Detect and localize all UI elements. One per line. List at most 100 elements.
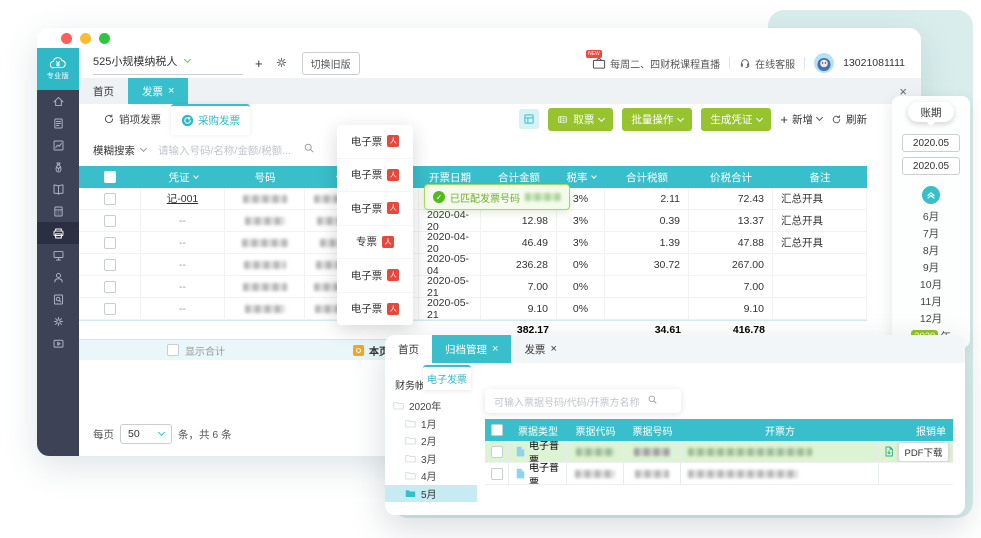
tab-e-invoice[interactable]: 电子发票 — [423, 365, 471, 390]
pdf-icon[interactable] — [387, 303, 399, 315]
tab-invoice[interactable]: 发票× — [511, 335, 569, 363]
refresh-button[interactable]: 刷新 — [831, 112, 867, 127]
tab-invoice[interactable]: 发票× — [128, 78, 188, 104]
invoice-type-cell[interactable]: 电子票 — [337, 293, 413, 326]
tab-home[interactable]: 首页 — [385, 335, 432, 363]
invoice-type-cell[interactable]: 电子票 — [337, 192, 413, 226]
close-tab-icon[interactable]: × — [168, 86, 174, 97]
month-item[interactable]: 11月 — [920, 294, 941, 306]
tab-archive-management[interactable]: 归档管理× — [432, 335, 511, 363]
pdf-icon[interactable] — [387, 169, 399, 181]
period-current-box[interactable]: 2020.05 — [902, 134, 960, 152]
sidebar-item-home[interactable] — [37, 90, 79, 112]
traffic-light-minimize-icon[interactable] — [80, 33, 91, 44]
sidebar-item-settings[interactable] — [37, 310, 79, 332]
close-tab-icon[interactable]: × — [550, 344, 556, 355]
archive-search-input[interactable]: 可输入票据号码/代码/开票方名称 — [494, 394, 640, 409]
switch-old-version-button[interactable]: 切换旧版 — [302, 52, 360, 75]
tree-item-month[interactable]: 4月 — [385, 467, 477, 485]
video-icon — [52, 337, 65, 350]
tree-item-month-selected[interactable]: 5月 — [385, 485, 477, 503]
subtab-purchase-invoice[interactable]: 采购发票 — [171, 104, 250, 135]
voucher-link[interactable]: 记-001 — [167, 191, 199, 206]
archive-table-area: 可输入票据号码/代码/开票方名称 票据类型 票据代码 票据号码 开票方 报销单 — [477, 363, 965, 515]
sidebar-item-salary[interactable] — [37, 266, 79, 288]
pdf-icon[interactable] — [382, 236, 394, 248]
month-item[interactable]: 12月 — [920, 311, 942, 323]
avatar[interactable] — [814, 53, 834, 73]
month-item[interactable]: 9月 — [923, 260, 939, 272]
company-selector[interactable]: 525小规模纳税人 — [93, 51, 243, 75]
row-checkbox[interactable] — [104, 193, 116, 205]
folder-icon — [405, 471, 416, 480]
online-support-link[interactable]: 在线客服 — [739, 56, 795, 71]
sidebar-item-invoice[interactable] — [37, 222, 79, 244]
sidebar-item-bills[interactable] — [37, 112, 79, 134]
sidebar-item-assets[interactable] — [37, 244, 79, 266]
fuzzy-search-dropdown[interactable]: 模糊搜索 — [93, 143, 146, 158]
scan-view-button[interactable] — [519, 109, 539, 129]
tab-home[interactable]: 首页 — [79, 78, 128, 104]
sidebar-item-tax[interactable] — [37, 200, 79, 222]
tree-item-month[interactable]: 2月 — [385, 432, 477, 450]
select-all-checkbox[interactable] — [491, 424, 503, 436]
tree-item-year[interactable]: 2020年 — [385, 397, 477, 415]
scroll-up-button[interactable] — [922, 186, 940, 204]
row-checkbox[interactable] — [104, 281, 116, 293]
batch-actions-button[interactable]: 批量操作 — [622, 108, 692, 131]
sidebar-item-ledger[interactable] — [37, 178, 79, 200]
search-icon[interactable] — [303, 141, 315, 159]
sidebar-item-tutorial[interactable] — [37, 332, 79, 354]
archive-search-bar[interactable]: 可输入票据号码/代码/开票方名称 — [485, 389, 681, 413]
sidebar-item-reports[interactable] — [37, 134, 79, 156]
month-item[interactable]: 6月 — [923, 209, 939, 221]
row-checkbox[interactable] — [491, 446, 503, 458]
pdf-icon[interactable] — [387, 269, 399, 281]
header-gear-icon[interactable] — [275, 56, 288, 71]
tree-item-month[interactable]: 3月 — [385, 450, 477, 468]
search-input[interactable]: 请输入号码/名称/金额/税额... — [158, 143, 291, 158]
circle-arrow-filled-icon — [181, 114, 194, 127]
show-totals-toggle[interactable]: 显示合计 — [167, 343, 225, 358]
invoice-type-cell[interactable]: 电子票 — [337, 125, 413, 159]
row-checkbox[interactable] — [104, 215, 116, 227]
invoice-type-cell[interactable]: 电子票 — [337, 259, 413, 293]
pdf-icon[interactable] — [387, 135, 399, 147]
row-checkbox[interactable] — [104, 259, 116, 271]
per-page-select[interactable]: 50 — [120, 424, 172, 444]
month-item[interactable]: 10月 — [920, 277, 942, 289]
archive-body: 财务帐 电子发票 2020年 1月 2月 3月 4月 5月 可输入票据号码/代码… — [385, 363, 965, 515]
period-pill-button[interactable]: 账期 — [908, 102, 954, 122]
search-icon[interactable] — [647, 392, 658, 410]
fetch-invoice-button[interactable]: 取票 — [548, 108, 613, 131]
add-new-button[interactable]: +新增 — [780, 112, 822, 127]
row-checkbox[interactable] — [491, 468, 503, 480]
sidebar-item-checkout[interactable] — [37, 288, 79, 310]
add-company-button[interactable]: + — [255, 57, 263, 70]
select-all-checkbox[interactable] — [104, 171, 116, 183]
traffic-light-close-icon[interactable] — [61, 33, 72, 44]
pdf-icon[interactable] — [387, 202, 399, 214]
month-item[interactable]: 8月 — [923, 243, 939, 255]
pdf-download-button[interactable]: PDF下载 — [898, 442, 948, 462]
generate-voucher-button[interactable]: 生成凭证 — [701, 108, 771, 131]
show-totals-checkbox[interactable] — [167, 344, 179, 356]
bill-type-cell: 电子普票 — [509, 441, 567, 463]
camera-icon — [353, 345, 364, 356]
close-tab-icon[interactable]: × — [492, 344, 498, 355]
traffic-light-zoom-icon[interactable] — [99, 33, 110, 44]
live-course-link[interactable]: NEW 每周二、四财税课程直播 — [592, 56, 720, 71]
col-voucher[interactable]: 凭证 — [141, 166, 225, 188]
pdf-download-icon[interactable] — [883, 445, 895, 458]
archive-row: 电子普票 PDF下载 — [485, 441, 953, 463]
month-item[interactable]: 7月 — [923, 226, 939, 238]
sidebar-item-funds[interactable] — [37, 156, 79, 178]
period-compare-box[interactable]: 2020.05 — [902, 157, 960, 175]
app-logo[interactable]: 专业版 — [37, 48, 79, 90]
invoice-type-cell[interactable]: 电子票 — [337, 159, 413, 193]
row-checkbox[interactable] — [104, 303, 116, 315]
tree-item-month[interactable]: 1月 — [385, 415, 477, 433]
subtab-sales-invoice[interactable]: 销项发票 — [93, 105, 171, 134]
row-checkbox[interactable] — [104, 237, 116, 249]
invoice-type-cell[interactable]: 专票 — [337, 226, 413, 260]
